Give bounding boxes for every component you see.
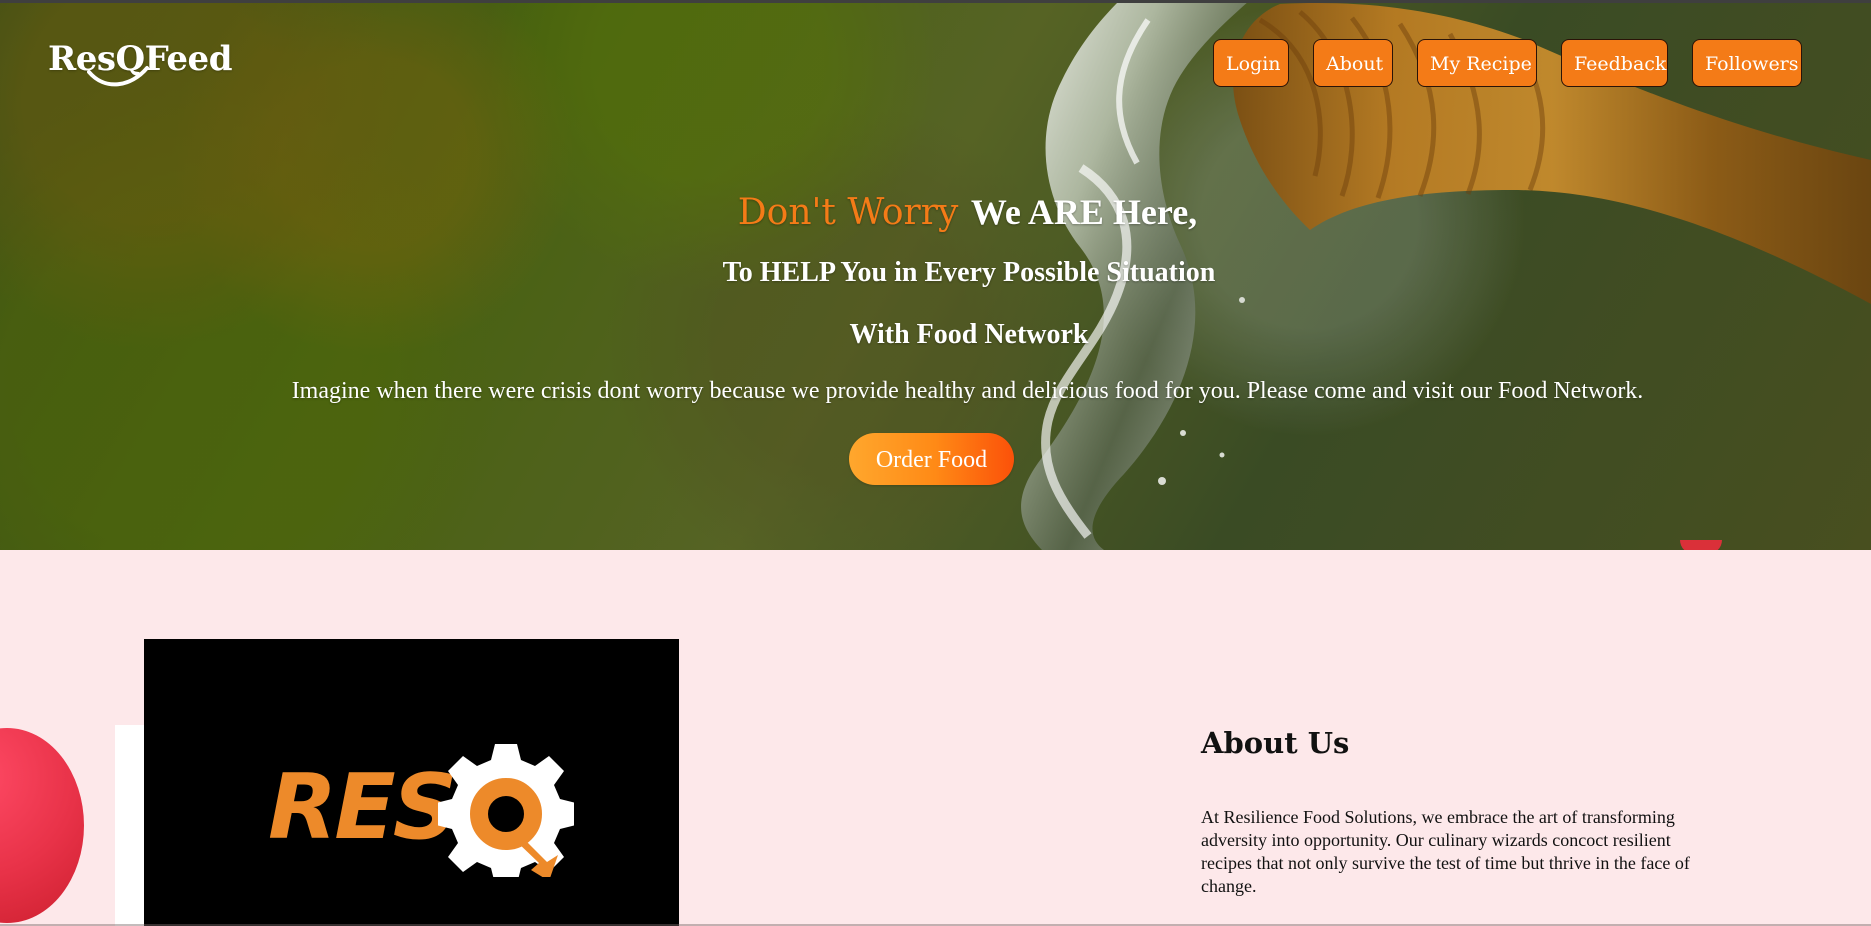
hero-description: Imagine when there were crisis dont worr… xyxy=(291,378,1644,404)
hero-banner: ResQFeed Login About My Recipe Feedback … xyxy=(0,0,1871,550)
resq-logo-text: RES xyxy=(268,755,458,860)
order-food-button[interactable]: Order Food xyxy=(849,433,1014,485)
logo-swash-icon xyxy=(87,66,149,87)
red-decoration-tab xyxy=(1680,540,1722,550)
login-button[interactable]: Login xyxy=(1213,39,1289,87)
headline-accent: Don't Worry xyxy=(737,192,959,233)
about-us-description: At Resilience Food Solutions, we embrace… xyxy=(1201,807,1690,896)
white-panel-decoration xyxy=(115,725,145,926)
gear-icon xyxy=(438,744,574,877)
resqfeed-home-page: ResQFeed Login About My Recipe Feedback … xyxy=(0,0,1871,926)
top-border xyxy=(0,0,1871,3)
about-section: RES About Us At Resilience Food Solution… xyxy=(0,550,1871,926)
about-button[interactable]: About xyxy=(1313,39,1393,87)
resq-logo-image: RES xyxy=(144,639,679,926)
headline-rest: We ARE Here, xyxy=(970,192,1198,232)
red-circle-decoration xyxy=(0,728,84,923)
hero-headline: Don't Worry We ARE Here, xyxy=(64,190,1871,235)
top-navigation: Login About My Recipe Feedback Followers xyxy=(1213,39,1802,87)
my-recipe-button[interactable]: My Recipe xyxy=(1417,39,1537,87)
followers-button[interactable]: Followers xyxy=(1692,39,1802,87)
hero-subhead-help: To HELP You in Every Possible Situation xyxy=(722,257,1216,288)
hero-subhead-network: With Food Network xyxy=(849,319,1089,350)
hero-copy: Don't Worry We ARE Here, To HELP You in … xyxy=(0,190,1871,431)
feedback-button[interactable]: Feedback xyxy=(1561,39,1668,87)
about-us-title: About Us xyxy=(1201,726,1350,760)
